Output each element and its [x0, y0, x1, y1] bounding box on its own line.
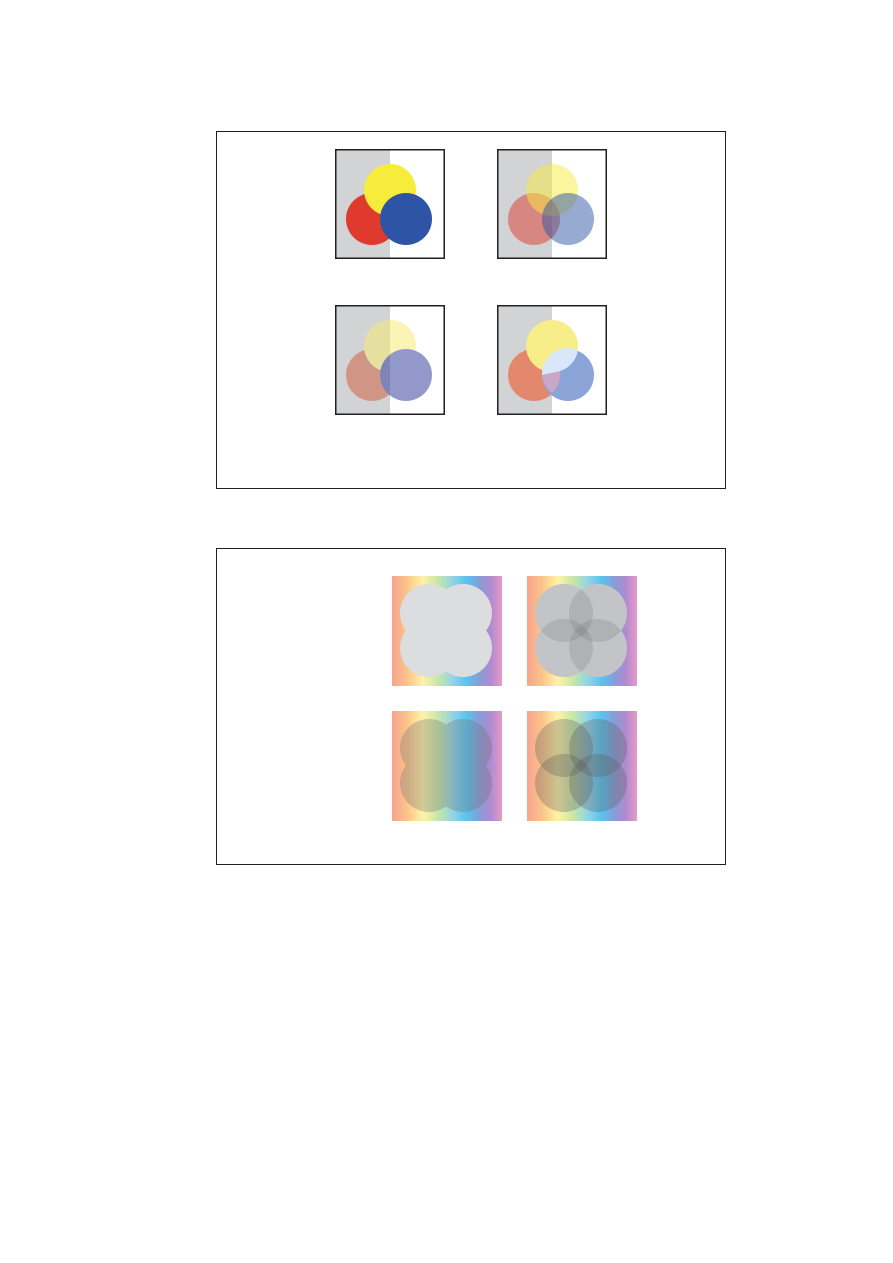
gray-circle-bottom-right [434, 619, 492, 677]
panel-knockout-dark-circles [392, 711, 502, 821]
panel-transparent-circles [497, 149, 607, 259]
knockout-dark-illustration [392, 711, 502, 821]
non-isolated-group-illustration [497, 305, 607, 415]
spacer [552, 602, 610, 660]
opaque-circles-illustration [335, 149, 445, 259]
transparent-gray-illustration [527, 576, 637, 686]
dark-circle-bottom-right [434, 754, 492, 812]
panel-opaque-circles [335, 149, 445, 259]
knockout-dark-group [400, 719, 492, 812]
transparent-circles-illustration [497, 149, 607, 259]
overlapping-dark-circles [535, 719, 627, 812]
panel-opaque-gray-circles [392, 576, 502, 686]
figure-frame-rainbow-backdrop [216, 548, 726, 865]
blue-circle [542, 193, 594, 245]
blue-circle [380, 349, 432, 401]
figure-frame-transparency-groups [216, 131, 726, 489]
panel-overlapping-dark-circles [527, 711, 637, 821]
panel-non-isolated-group [497, 305, 607, 415]
knockout-group-illustration [335, 305, 445, 415]
opaque-gray-illustration [392, 576, 502, 686]
panel-transparent-gray-circles [527, 576, 637, 686]
blue-circle [380, 193, 432, 245]
dark-circle-bottom-right [569, 754, 627, 812]
overlapping-dark-illustration [527, 711, 637, 821]
panel-knockout-group [335, 305, 445, 415]
